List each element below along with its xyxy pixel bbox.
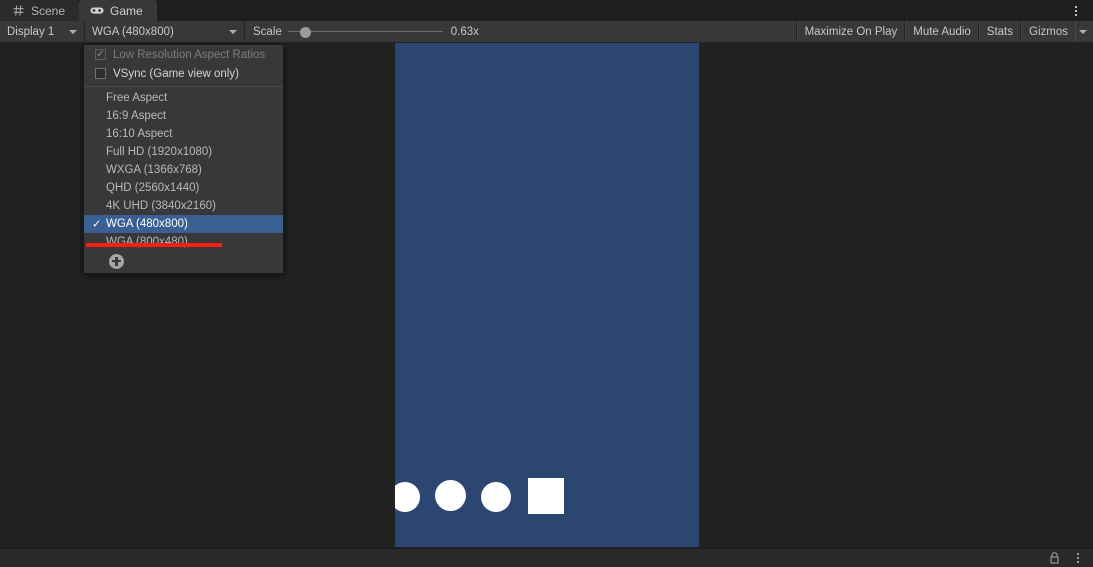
chevron-down-icon [69,29,77,34]
scale-slider-handle[interactable] [299,26,311,38]
menu-item-aspect-8[interactable]: WGA (800x480) [84,233,283,251]
grid-icon [11,4,25,18]
menu-item-aspect-1[interactable]: 16:9 Aspect [84,107,283,125]
tab-bar: Scene Game [0,0,1093,21]
scale-slider-track [287,30,443,32]
menu-item-vsync[interactable]: VSync (Game view only) [84,64,283,83]
menu-item-aspect-2[interactable]: 16:10 Aspect [84,125,283,143]
menu-item-aspect-4[interactable]: WXGA (1366x768) [84,161,283,179]
menu-item-label: Full HD (1920x1080) [106,146,213,158]
menu-item-aspect-6[interactable]: 4K UHD (3840x2160) [84,197,283,215]
menu-item-label: WXGA (1366x768) [106,164,202,176]
menu-item-label: Free Aspect [106,92,168,104]
low-resolution-label: Low Resolution Aspect Ratios [113,48,266,61]
mute-audio-label: Mute Audio [913,25,971,38]
add-resolution-row [84,251,283,271]
menu-item-aspect-7[interactable]: ✓ WGA (480x800) [84,215,283,233]
unity-game-view-window: Scene Game Display 1 WGA (480x800) Scale… [0,0,1093,567]
aspect-ratio-dropdown[interactable]: WGA (480x800) [85,21,245,42]
status-bar-more-options-icon[interactable] [1071,550,1085,566]
window-more-options-icon[interactable] [1065,0,1087,21]
menu-divider-top [84,86,283,87]
chevron-down-icon [1079,29,1087,34]
selected-check-icon: ✓ [92,218,102,231]
aspect-ratio-option-list: Free Aspect 16:9 Aspect 16:10 Aspect Full H… [84,89,283,251]
game-object-circle-2 [481,482,511,512]
menu-item-aspect-3[interactable]: Full HD (1920x1080) [84,143,283,161]
stats-button[interactable]: Stats [978,21,1022,42]
scale-value: 0.63x [450,25,479,38]
display-dropdown-label: Display 1 [7,25,55,38]
game-viewport[interactable] [395,43,699,547]
scale-label: Scale [253,25,282,38]
menu-item-aspect-5[interactable]: QHD (2560x1440) [84,179,283,197]
menu-item-label: QHD (2560x1440) [106,182,200,194]
tab-game[interactable]: Game [79,0,157,21]
game-view-toolbar: Display 1 WGA (480x800) Scale 0.63x Maxi… [0,21,1093,43]
checkbox-low-resolution: ✓ [95,49,106,60]
menu-item-low-resolution-aspect-ratios: ✓ Low Resolution Aspect Ratios [84,45,283,64]
display-dropdown[interactable]: Display 1 [0,21,85,42]
scale-slider[interactable] [287,25,443,39]
game-object-circle-1 [435,480,466,511]
menu-item-label: 16:9 Aspect [106,110,167,122]
red-underline-annotation [86,243,222,247]
scale-slider-group: Scale 0.63x [245,21,797,42]
gizmos-label: Gizmos [1029,25,1068,38]
chevron-down-icon [229,29,237,34]
aspect-ratio-dropdown-menu[interactable]: ✓ Low Resolution Aspect Ratios VSync (Ga… [83,44,284,274]
gizmos-button[interactable]: Gizmos [1021,21,1075,42]
check-icon: ✓ [96,48,105,60]
gamepad-icon [90,4,104,18]
tab-scene-label: Scene [31,3,66,18]
maximize-on-play-button[interactable]: Maximize On Play [796,21,906,42]
stats-label: Stats [986,25,1014,38]
gizmos-group: Gizmos [1021,21,1093,42]
game-object-square-3 [528,478,564,514]
maximize-on-play-label: Maximize On Play [804,25,898,38]
mute-audio-button[interactable]: Mute Audio [905,21,979,42]
menu-item-aspect-0[interactable]: Free Aspect [84,89,283,107]
menu-item-label: WGA (480x800) [106,218,188,230]
aspect-ratio-label: WGA (480x800) [92,25,174,38]
toolbar-right-group: Maximize On Play Mute Audio Stats Gizmos [796,21,1093,42]
lock-icon[interactable] [1047,551,1061,565]
status-bar [0,548,1093,567]
menu-item-label: 16:10 Aspect [106,128,173,140]
menu-item-label: 4K UHD (3840x2160) [106,200,216,212]
checkbox-vsync[interactable] [95,68,106,79]
tab-scene[interactable]: Scene [0,0,80,21]
tab-game-label: Game [110,3,143,18]
gizmos-dropdown-button[interactable] [1075,21,1093,42]
game-object-circle-0 [395,482,420,512]
vsync-label: VSync (Game view only) [113,67,239,80]
plus-circle-icon[interactable] [109,253,124,269]
